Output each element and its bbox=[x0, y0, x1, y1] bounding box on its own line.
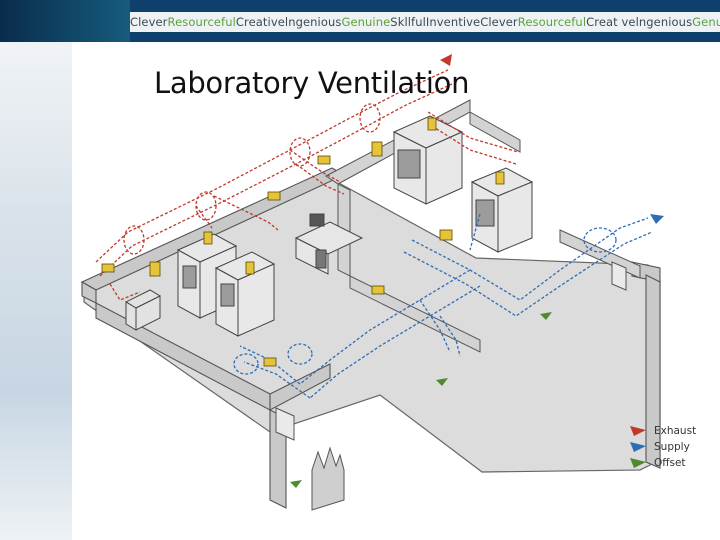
exhaust-arrow bbox=[440, 54, 452, 66]
supply-arrow bbox=[650, 214, 664, 224]
broken-wall-edge bbox=[311, 446, 345, 511]
page-title: Laboratory Ventilation bbox=[154, 66, 470, 100]
legend: Exhaust Supply Offset bbox=[630, 425, 696, 469]
floor-slab bbox=[83, 175, 661, 473]
legend-label-supply: Supply bbox=[654, 441, 690, 453]
fume-hood-left-2 bbox=[214, 251, 276, 337]
legend-label-exhaust: Exhaust bbox=[654, 425, 696, 437]
legend-label-offset: Offset bbox=[654, 457, 686, 469]
